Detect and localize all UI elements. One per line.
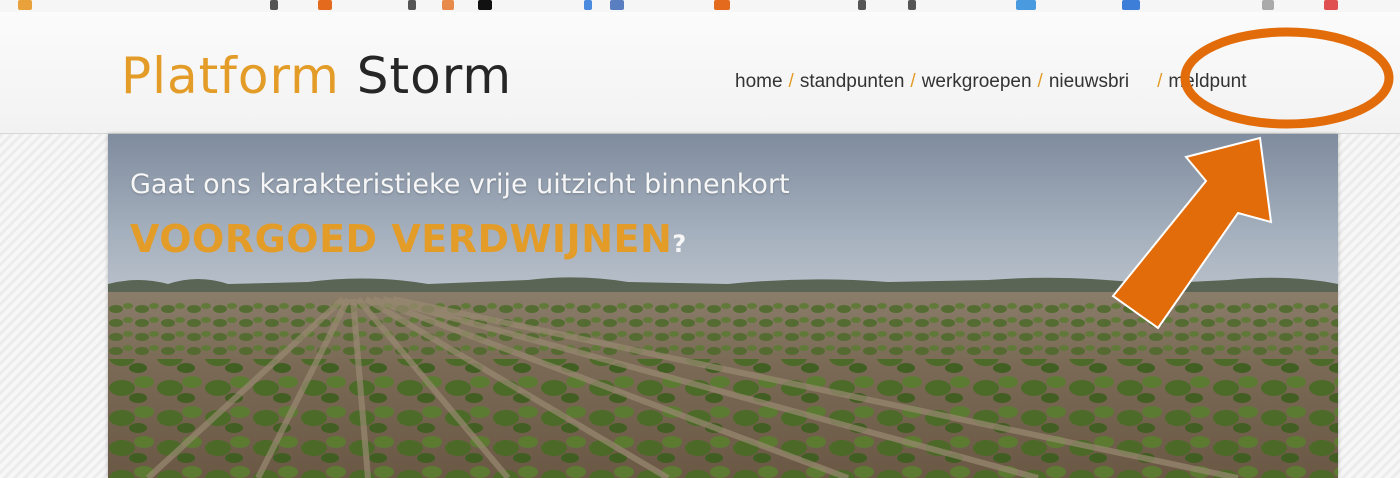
nav-item-werkgroepen[interactable]: werkgroepen [922, 71, 1032, 92]
nav-item-home[interactable]: home [735, 71, 783, 92]
hero-emphasis-text: VOORGOED VERDWIJNEN [130, 217, 673, 261]
nav-item-meldpunt[interactable]: meldpunt [1168, 71, 1246, 92]
nav-separator: / [1037, 71, 1043, 92]
nav-separator: / [1157, 71, 1163, 92]
site-logo[interactable]: Platform Storm [121, 46, 512, 106]
hero-question-mark: ? [672, 230, 687, 258]
background-stripes-right [1338, 134, 1400, 478]
logo-word-platform: Platform [121, 47, 340, 105]
nav-item-nieuwsbrief[interactable]: nieuwsbri [1049, 71, 1129, 92]
nav-item-standpunten[interactable]: standpunten [800, 71, 905, 92]
nav-separator: / [788, 71, 794, 92]
hero-headline: Gaat ons karakteristieke vrije uitzicht … [130, 169, 790, 200]
main-nav: home / standpunten / werkgroepen / nieuwsbri / m… [735, 70, 1247, 94]
background-stripes-left [0, 134, 108, 478]
site-header: Platform Storm home / standpunten / werkgroe… [0, 12, 1400, 134]
hero-banner: Gaat ons karakteristieke vrije uitzicht … [108, 134, 1338, 478]
nav-separator: / [910, 71, 916, 92]
logo-word-storm: Storm [356, 47, 513, 105]
browser-bookmarks-strip [0, 0, 1400, 12]
hero-headline-emphasis: VOORGOED VERDWIJNEN? [130, 214, 686, 272]
